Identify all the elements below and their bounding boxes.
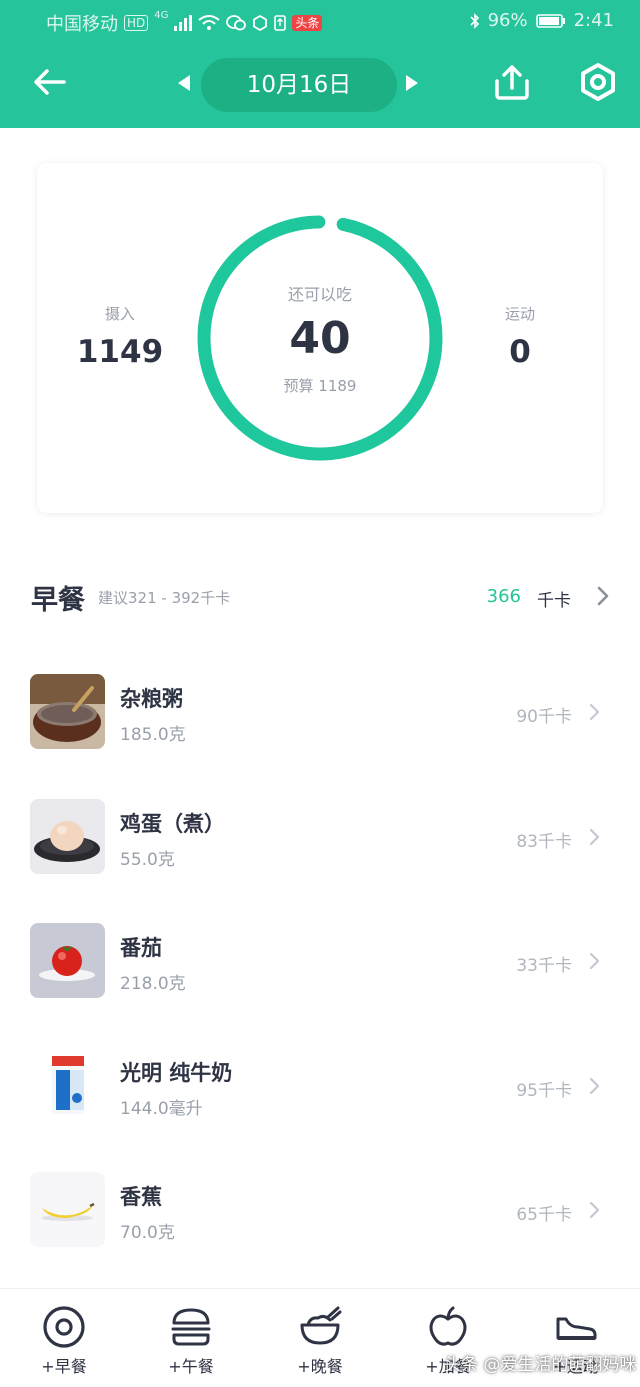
ring-center: 还可以吃 40 预算 1189 [195,213,445,463]
tab-label: +午餐 [168,1357,214,1376]
food-name: 光明 纯牛奶 [120,1061,233,1085]
next-day-icon[interactable] [404,74,420,92]
settings-gear-icon[interactable] [578,62,618,102]
carrier-name: 中国移动 [46,14,118,35]
app-icon [253,15,268,31]
shoe-icon [556,1317,597,1340]
food-amount: 70.0克 [120,1223,175,1243]
apple-icon [429,1306,467,1346]
boiled-egg-icon [30,799,105,874]
food-amount: 55.0克 [120,850,175,870]
chevron-right-icon [597,586,609,606]
meal-suggestion: 建议321 - 392千卡 [98,589,231,607]
hd-badge: HD [124,15,149,31]
bluetooth-icon [469,12,479,29]
chevron-right-icon [589,828,600,846]
exercise-value: 0 [509,334,531,370]
food-amount: 144.0毫升 [120,1099,203,1119]
sim-icon [274,15,287,31]
exercise-stat: 运动 0 [455,303,585,370]
intake-label: 摄入 [104,305,135,323]
previous-day-icon[interactable] [176,74,192,92]
battery-percent: 96% [487,10,528,31]
meal-kcal-unit: 千卡 [537,591,571,611]
tab-label: +早餐 [41,1357,87,1376]
calorie-summary-card[interactable]: 摄入 1149 还可以吃 40 预算 1189 运动 0 [37,163,603,513]
porridge-bowl-icon [30,674,105,749]
intake-value: 1149 [76,334,164,370]
food-item[interactable]: 鸡蛋（煮） 55.0克 83千卡 [30,799,610,875]
date-navigation: 10月16日 [0,56,640,114]
add-breakfast-tab[interactable]: +早餐 [14,1305,114,1377]
milk-carton-icon [30,1048,105,1123]
share-upload-icon[interactable] [492,62,532,102]
remaining-label: 还可以吃 [287,285,352,304]
meal-title: 早餐 [31,585,85,616]
signal-icon [174,15,193,31]
status-bar: 中国移动 HD 4G 头条 96% 2:41 [0,0,640,44]
clock: 2:41 [573,10,614,31]
egg-icon [43,1306,85,1348]
banana-icon [30,1172,105,1247]
wechat-icon [226,15,247,31]
food-name: 番茄 [120,936,162,960]
food-name: 鸡蛋（煮） [120,812,225,836]
back-arrow-icon[interactable] [30,62,70,102]
food-name: 杂粮粥 [120,687,183,711]
network-type: 4G [154,10,169,21]
intake-stat: 摄入 1149 [55,303,185,370]
burger-icon [171,1308,211,1346]
meal-kcal-total: 366 [486,586,521,607]
food-item[interactable]: 杂粮粥 185.0克 90千卡 [30,674,610,750]
chevron-right-icon [589,1077,600,1095]
food-item[interactable]: 香蕉 70.0克 65千卡 [30,1172,610,1248]
chevron-right-icon [589,703,600,721]
toutiao-badge: 头条 [292,15,323,31]
wifi-icon [198,15,221,30]
rice-bowl-icon [300,1306,342,1345]
food-amount: 218.0克 [120,974,186,994]
food-kcal: 95千卡 [516,1081,572,1101]
tomato-icon [30,923,105,998]
battery-icon [535,13,565,28]
food-name: 香蕉 [120,1185,162,1209]
chevron-right-icon [589,1201,600,1219]
food-item[interactable]: 番茄 218.0克 33千卡 [30,923,610,999]
food-kcal: 90千卡 [516,707,572,727]
food-kcal: 33千卡 [516,956,572,976]
chevron-right-icon [589,952,600,970]
budget-text: 预算 1189 [283,377,357,395]
tab-label: +晚餐 [297,1357,343,1376]
exercise-label: 运动 [504,305,535,323]
top-bar: 中国移动 HD 4G 头条 96% 2:41 10月16日 [0,0,640,128]
add-dinner-tab[interactable]: +晚餐 [270,1305,370,1377]
remaining-value: 40 [289,313,351,364]
breakfast-header[interactable]: 早餐 建议321 - 392千卡 366 千卡 [31,578,611,618]
food-item[interactable]: 光明 纯牛奶 144.0毫升 95千卡 [30,1048,610,1124]
food-kcal: 83千卡 [516,832,572,852]
date-selector[interactable]: 10月16日 [201,58,397,112]
watermark: 头条 @爱生活的萌翻妈咪 [444,1355,637,1375]
food-amount: 185.0克 [120,725,186,745]
food-kcal: 65千卡 [516,1205,572,1225]
add-lunch-tab[interactable]: +午餐 [141,1305,241,1377]
